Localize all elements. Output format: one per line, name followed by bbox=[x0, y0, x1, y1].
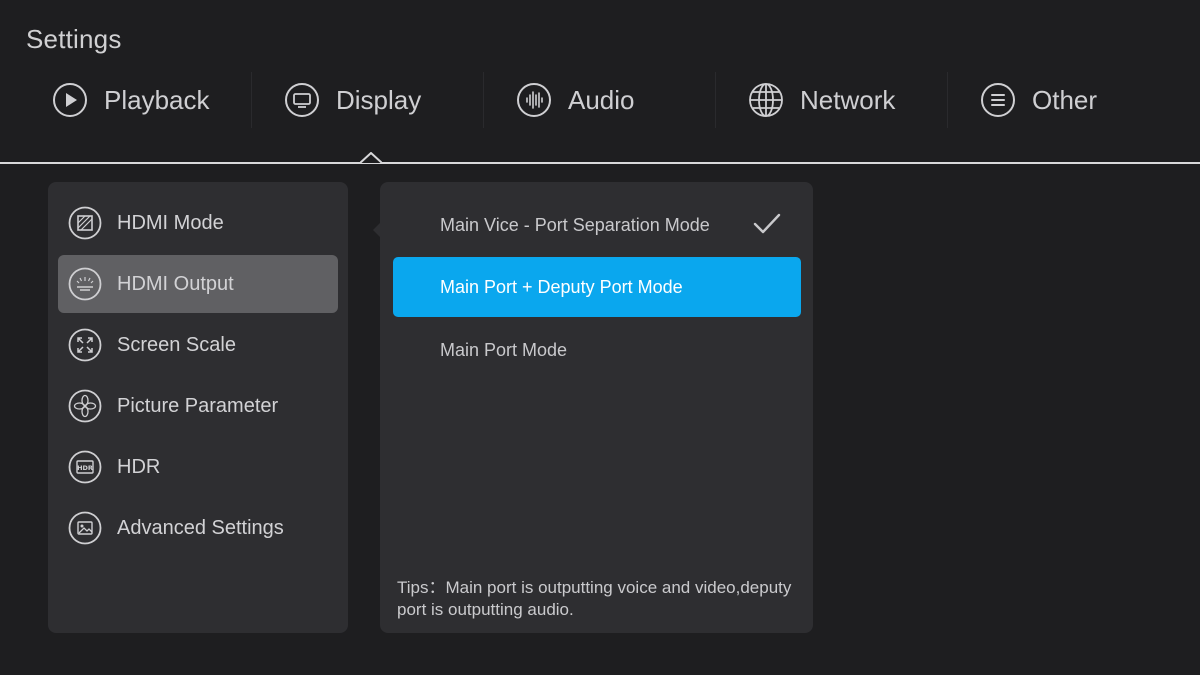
checkmark-icon bbox=[753, 213, 781, 234]
top-tab-bar: Playback Display Audio Network Other bbox=[20, 72, 1180, 128]
sound-wave-icon bbox=[517, 83, 551, 117]
option-main-vice-port-separation[interactable]: Main Vice - Port Separation Mode bbox=[393, 195, 801, 255]
play-icon bbox=[53, 83, 87, 117]
menu-label: Advanced Settings bbox=[117, 516, 284, 539]
option-label: Main Vice - Port Separation Mode bbox=[440, 214, 710, 235]
svg-text:HDR: HDR bbox=[77, 464, 93, 472]
tips-text: Tips：Main port is outputting voice and v… bbox=[397, 578, 792, 619]
menu-item-screen-scale[interactable]: Screen Scale bbox=[58, 316, 338, 374]
hdmi-mode-icon bbox=[68, 206, 102, 240]
tab-display[interactable]: Display bbox=[252, 72, 484, 128]
hdmi-output-icon bbox=[68, 267, 102, 301]
option-main-port-deputy-port[interactable]: Main Port + Deputy Port Mode bbox=[393, 257, 801, 317]
monitor-icon bbox=[285, 83, 319, 117]
advanced-settings-icon bbox=[68, 511, 102, 545]
display-menu-panel: HDMI Mode HDMI Output Screen Scale Pictu… bbox=[48, 182, 348, 633]
option-label: Main Port Mode bbox=[440, 339, 568, 360]
menu-item-picture-parameter[interactable]: Picture Parameter bbox=[58, 377, 338, 435]
page-title: Settings bbox=[26, 24, 122, 54]
hdr-icon: HDR bbox=[68, 450, 102, 484]
tab-label: Other bbox=[1032, 84, 1098, 115]
globe-icon bbox=[749, 83, 783, 117]
option-label: Main Port + Deputy Port Mode bbox=[440, 276, 683, 297]
tab-network[interactable]: Network bbox=[716, 72, 948, 128]
tab-playback[interactable]: Playback bbox=[20, 72, 252, 128]
picture-parameter-icon bbox=[68, 389, 102, 423]
menu-item-advanced-settings[interactable]: Advanced Settings bbox=[58, 499, 338, 557]
selected-tab-notch bbox=[360, 152, 382, 164]
tab-divider-line bbox=[0, 162, 1200, 164]
menu-lines-icon bbox=[981, 83, 1015, 117]
hdmi-output-options-panel: Main Vice - Port Separation Mode Main Po… bbox=[380, 182, 813, 633]
tab-other[interactable]: Other bbox=[948, 72, 1180, 128]
menu-item-hdr[interactable]: HDR HDR bbox=[58, 438, 338, 496]
screen-scale-icon bbox=[68, 328, 102, 362]
tab-label: Playback bbox=[104, 84, 210, 115]
menu-item-hdmi-output[interactable]: HDMI Output bbox=[58, 255, 338, 313]
menu-label: Screen Scale bbox=[117, 333, 236, 356]
tab-audio[interactable]: Audio bbox=[484, 72, 716, 128]
menu-label: HDMI Output bbox=[117, 272, 234, 295]
tab-label: Network bbox=[800, 84, 896, 115]
menu-label: HDR bbox=[117, 455, 161, 478]
menu-label: HDMI Mode bbox=[117, 211, 224, 234]
tab-label: Audio bbox=[568, 84, 635, 115]
menu-item-hdmi-mode[interactable]: HDMI Mode bbox=[58, 194, 338, 252]
settings-screen: Settings Playback Display Audio Network … bbox=[0, 0, 1200, 675]
tab-label: Display bbox=[336, 84, 422, 115]
menu-label: Picture Parameter bbox=[117, 394, 279, 417]
option-main-port[interactable]: Main Port Mode bbox=[393, 320, 801, 380]
